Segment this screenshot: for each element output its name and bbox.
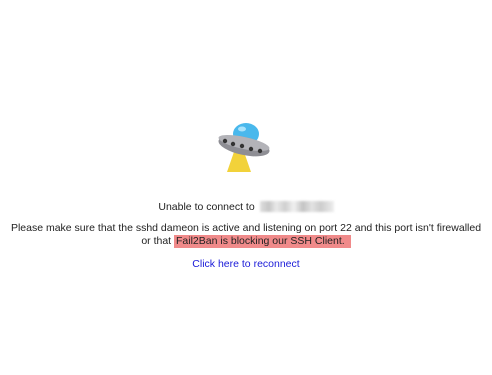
troubleshoot-message: Please make sure that the sshd dameon is… — [0, 222, 492, 248]
ufo-icon — [218, 123, 270, 172]
message-line-2-prefix: or that — [141, 235, 174, 247]
reconnect-row: Click here to reconnect — [0, 257, 492, 271]
reconnect-link[interactable]: Click here to reconnect — [192, 258, 299, 270]
fail2ban-highlight: Fail2Ban is blocking our SSH Client. — [174, 235, 351, 248]
message-line-2: or that Fail2Ban is blocking our SSH Cli… — [0, 235, 492, 248]
redacted-hostname — [259, 201, 334, 212]
connect-error-text: Unable to connect to — [158, 201, 255, 213]
message-line-1: Please make sure that the sshd dameon is… — [10, 222, 482, 234]
connect-error-line: Unable to connect to — [0, 200, 492, 214]
